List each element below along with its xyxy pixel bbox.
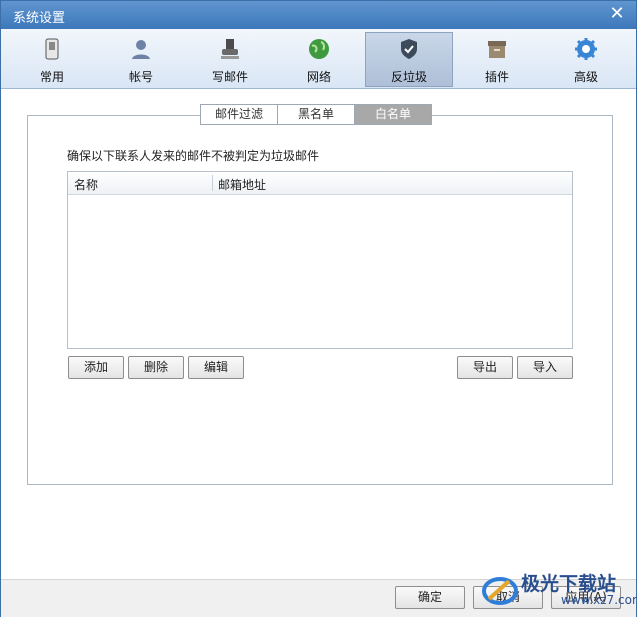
toolbar-item-compose[interactable]: 写邮件 (187, 33, 273, 85)
stamp-icon (221, 39, 239, 59)
toolbar-label: 反垃圾 (390, 70, 427, 84)
tab-whitelist[interactable]: 白名单 (354, 104, 432, 125)
column-separator[interactable] (212, 175, 213, 191)
toolbar-label: 常用 (39, 70, 64, 84)
watermark-text: 极光下载站 (521, 573, 617, 595)
gear-icon (575, 38, 597, 60)
toolbar-label: 帐号 (128, 70, 153, 84)
toolbar-item-network[interactable]: 网络 (276, 33, 362, 85)
close-icon[interactable]: ✕ (608, 5, 626, 23)
toolbar: 常用 帐号 写邮件 网络 反垃圾 插件 高级 (1, 29, 636, 89)
toolbar-item-antispam[interactable]: 反垃圾 (365, 32, 453, 87)
title-bar: 系统设置 ✕ (1, 1, 636, 29)
delete-button[interactable]: 删除 (128, 356, 184, 379)
toolbar-item-account[interactable]: 帐号 (98, 33, 184, 85)
globe-icon (309, 39, 329, 59)
toolbar-label: 高级 (573, 70, 598, 84)
export-button[interactable]: 导出 (457, 356, 513, 379)
toolbar-item-advanced[interactable]: 高级 (543, 33, 629, 85)
toolbar-label: 网络 (306, 70, 331, 84)
user-icon (132, 40, 150, 59)
import-button[interactable]: 导入 (517, 356, 573, 379)
tab-blacklist[interactable]: 黑名单 (277, 104, 355, 125)
box-icon (488, 41, 506, 58)
whitelist-description: 确保以下联系人发来的邮件不被判定为垃圾邮件 (67, 149, 320, 163)
whitelist-table[interactable]: 名称 邮箱地址 (67, 171, 573, 349)
toolbar-item-general[interactable]: 常用 (9, 33, 95, 85)
watermark-url: www.xz7.com (561, 593, 637, 607)
tab-mail-filter[interactable]: 邮件过滤 (200, 104, 278, 125)
toolbar-label: 插件 (484, 70, 509, 84)
content-area: 邮件过滤 黑名单 白名单 确保以下联系人发来的邮件不被判定为垃圾邮件 名称 邮箱… (1, 89, 636, 579)
toolbar-label: 写邮件 (211, 70, 248, 84)
toolbar-item-plugins[interactable]: 插件 (454, 33, 540, 85)
edit-button[interactable]: 编辑 (188, 356, 244, 379)
phone-icon (45, 38, 59, 60)
add-button[interactable]: 添加 (68, 356, 124, 379)
settings-window: 系统设置 ✕ 常用 帐号 写邮件 网络 反垃圾 插件 高级 邮件过滤 黑名单 白… (0, 0, 637, 617)
window-title: 系统设置 (13, 11, 66, 26)
table-header: 名称 邮箱地址 (68, 172, 572, 195)
column-name[interactable]: 名称 (74, 176, 98, 193)
ok-button[interactable]: 确定 (395, 586, 465, 609)
watermark-icon (482, 577, 518, 605)
shield-icon (401, 39, 417, 59)
watermark-logo: 极光下载站 www.xz7.com (479, 563, 637, 615)
column-email[interactable]: 邮箱地址 (218, 176, 266, 193)
